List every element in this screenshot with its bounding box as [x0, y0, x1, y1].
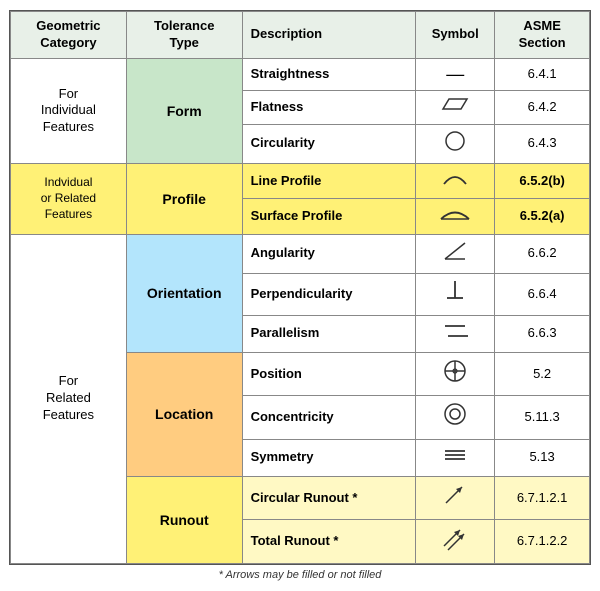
line-profile-icon — [440, 168, 470, 188]
asme-symmetry: 5.13 — [495, 439, 590, 476]
desc-total-runout: Total Runout * — [242, 520, 416, 563]
parallelism-icon — [441, 320, 469, 342]
asme-circular-runout: 6.7.1.2.1 — [495, 477, 590, 520]
asme-surface-profile: 6.5.2(a) — [495, 199, 590, 234]
sym-circularity — [416, 124, 495, 163]
position-icon — [441, 357, 469, 385]
header-symbol: Symbol — [416, 12, 495, 59]
flatness-icon — [437, 95, 473, 113]
asme-flatness: 6.4.2 — [495, 91, 590, 124]
desc-angularity: Angularity — [242, 234, 416, 273]
sym-angularity — [416, 234, 495, 273]
footer-note: * Arrows may be filled or not filled — [219, 569, 382, 581]
table-row: ForRelatedFeatures Orientation Angularit… — [11, 234, 590, 273]
header-tol-type: ToleranceType — [126, 12, 242, 59]
gd-t-table: GeometricCategory ToleranceType Descript… — [10, 11, 590, 564]
table-row: ForIndividualFeatures Form Straightness … — [11, 58, 590, 90]
main-table-wrapper: GeometricCategory ToleranceType Descript… — [9, 10, 591, 565]
asme-circularity: 6.4.3 — [495, 124, 590, 163]
tol-cell-runout: Runout — [126, 477, 242, 564]
sym-perpendicularity — [416, 274, 495, 315]
header-asme-section: ASMESection — [495, 12, 590, 59]
tol-cell-location: Location — [126, 352, 242, 476]
desc-parallelism: Parallelism — [242, 315, 416, 352]
sym-parallelism — [416, 315, 495, 352]
concentricity-icon — [441, 400, 469, 428]
desc-symmetry: Symmetry — [242, 439, 416, 476]
desc-straightness: Straightness — [242, 58, 416, 90]
table-row: Indvidualor RelatedFeatures Profile Line… — [11, 163, 590, 198]
sym-flatness — [416, 91, 495, 124]
symmetry-icon — [441, 444, 469, 466]
desc-circularity: Circularity — [242, 124, 416, 163]
geo-cell-individual-related: Indvidualor RelatedFeatures — [11, 163, 127, 234]
desc-flatness: Flatness — [242, 91, 416, 124]
tol-cell-form: Form — [126, 58, 242, 163]
asme-position: 5.2 — [495, 352, 590, 395]
header-geo-category: GeometricCategory — [11, 12, 127, 59]
sym-concentricity — [416, 396, 495, 439]
sym-straightness: — — [416, 58, 495, 90]
desc-perpendicularity: Perpendicularity — [242, 274, 416, 315]
circular-runout-icon — [440, 481, 470, 509]
asme-total-runout: 6.7.1.2.2 — [495, 520, 590, 563]
desc-position: Position — [242, 352, 416, 395]
sym-symmetry — [416, 439, 495, 476]
sym-total-runout — [416, 520, 495, 563]
sym-position — [416, 352, 495, 395]
circularity-icon — [443, 129, 467, 153]
asme-angularity: 6.6.2 — [495, 234, 590, 273]
desc-line-profile: Line Profile — [242, 163, 416, 198]
asme-concentricity: 5.11.3 — [495, 396, 590, 439]
desc-concentricity: Concentricity — [242, 396, 416, 439]
sym-line-profile — [416, 163, 495, 198]
desc-surface-profile: Surface Profile — [242, 199, 416, 234]
sym-surface-profile — [416, 199, 495, 234]
desc-circular-runout: Circular Runout * — [242, 477, 416, 520]
surface-profile-icon — [438, 203, 472, 223]
asme-straightness: 6.4.1 — [495, 58, 590, 90]
asme-line-profile: 6.5.2(b) — [495, 163, 590, 198]
asme-perpendicularity: 6.6.4 — [495, 274, 590, 315]
tol-cell-orientation: Orientation — [126, 234, 242, 352]
sym-circular-runout — [416, 477, 495, 520]
asme-parallelism: 6.6.3 — [495, 315, 590, 352]
geo-cell-individual: ForIndividualFeatures — [11, 58, 127, 163]
total-runout-icon — [438, 524, 472, 552]
perpendicularity-icon — [443, 278, 467, 304]
tol-cell-profile: Profile — [126, 163, 242, 234]
angularity-icon — [441, 239, 469, 263]
geo-cell-related: ForRelatedFeatures — [11, 234, 127, 563]
header-description: Description — [242, 12, 416, 59]
